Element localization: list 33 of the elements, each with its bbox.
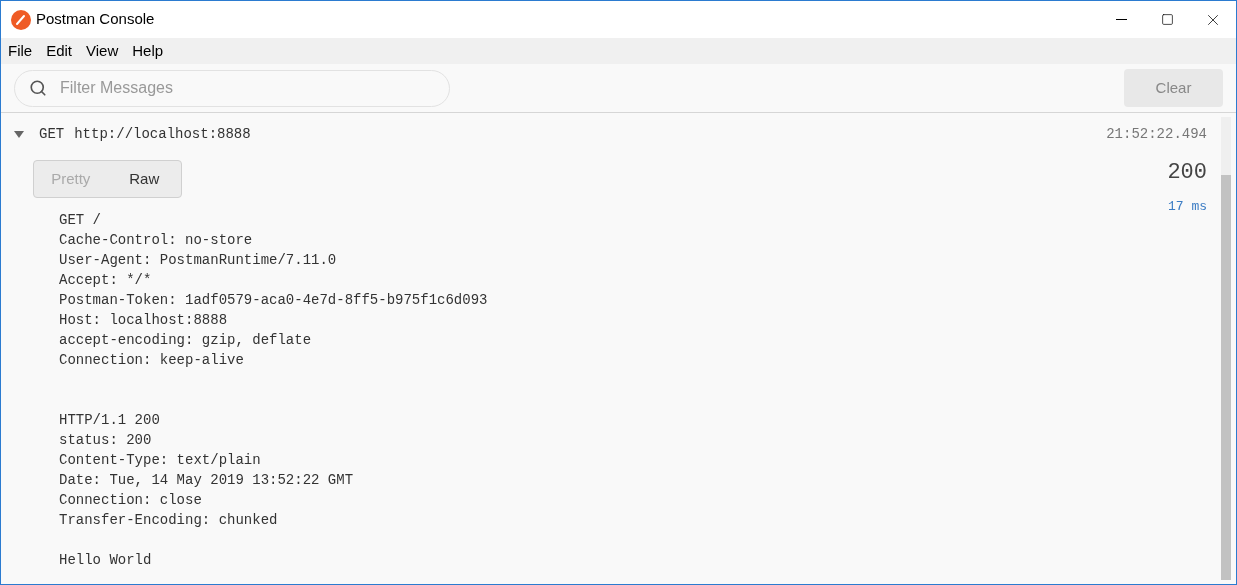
app-logo-icon	[11, 9, 31, 30]
console-line: Postman-Token: 1adf0579-aca0-4e7d-8ff5-b975f1c6d093	[59, 291, 488, 310]
request-url: http://localhost:8888	[74, 124, 251, 144]
console-line: accept-encoding: gzip, deflate	[59, 331, 312, 350]
menu-item[interactable]: File	[8, 39, 33, 63]
view-tab[interactable]: Raw	[107, 161, 181, 197]
search-icon	[29, 78, 47, 97]
console-line: Hello World	[59, 551, 152, 570]
filter-field[interactable]: Filter Messages	[14, 69, 450, 107]
menu-item[interactable]: View	[86, 39, 119, 63]
menu-item[interactable]: Edit	[46, 39, 73, 63]
status-code: 200	[1167, 159, 1207, 187]
console-line: Connection: keep-alive	[59, 351, 244, 370]
console-line: HTTP/1.1 200	[59, 411, 160, 430]
console-line: Host: localhost:8888	[59, 311, 228, 330]
timestamp: 21:52:22.494	[1106, 124, 1207, 144]
console-line: Cache-Control: no-store	[59, 231, 253, 250]
console-line: Accept: */*	[59, 271, 152, 290]
scrollbar-thumb[interactable]	[1221, 175, 1231, 580]
response-time: 17 ms	[1168, 198, 1207, 216]
request-method: GET	[39, 124, 65, 144]
console-line: Date: Tue, 14 May 2019 13:52:22 GMT	[59, 471, 354, 490]
console-line: Content-Type: text/plain	[59, 451, 261, 470]
console-line: Connection: close	[59, 491, 202, 510]
menu-item[interactable]: Help	[132, 39, 164, 63]
console-line: GET /	[59, 211, 101, 230]
console-line: Transfer-Encoding: chunked	[59, 511, 278, 530]
maximize-icon	[1160, 13, 1174, 26]
console-line: status: 200	[59, 431, 152, 450]
minimize-icon	[1115, 19, 1127, 20]
collapse-caret-icon[interactable]	[14, 130, 24, 138]
window-title: Postman Console	[36, 9, 155, 30]
console-line: User-Agent: PostmanRuntime/7.11.0	[59, 251, 337, 270]
